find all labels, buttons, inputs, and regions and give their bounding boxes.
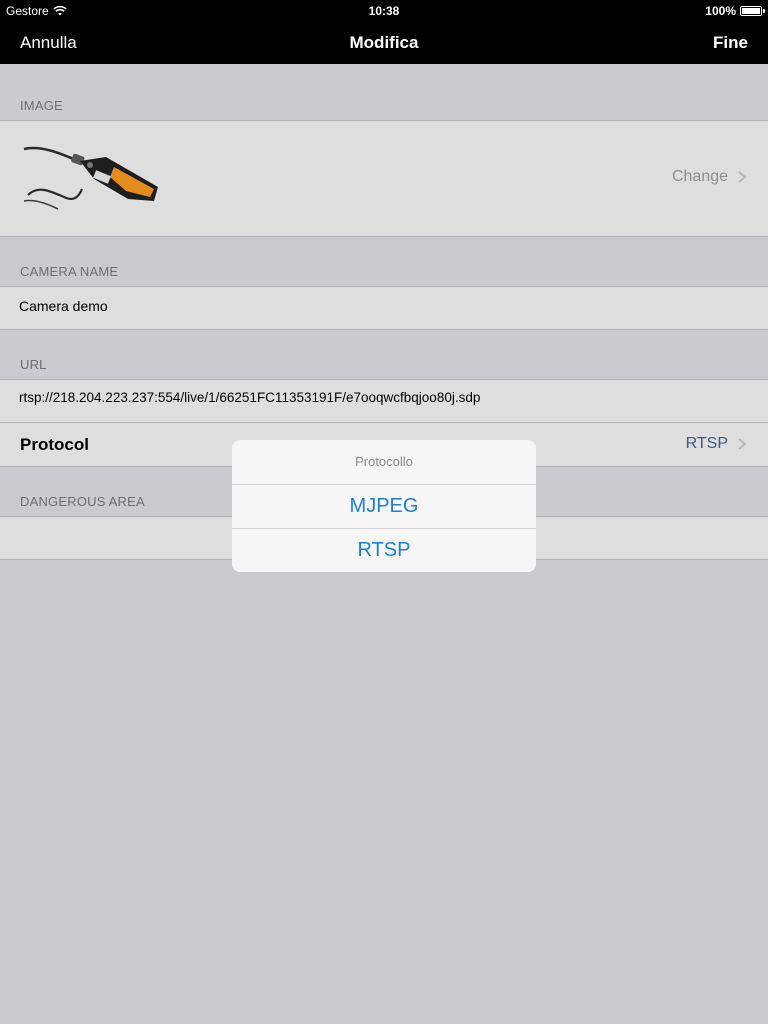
option-rtsp-button[interactable]: RTSP [232,529,536,572]
navigation-bar: Annulla Modifica Fine [0,20,768,64]
protocol-value-group: RTSP [686,435,748,453]
camera-name-value: Camera demo [19,298,108,314]
protocol-alert: Protocollo MJPEG RTSP [232,440,536,572]
protocol-label: Protocol [20,435,89,454]
page-title: Modifica [349,33,419,52]
camera-name-field[interactable]: Camera demo [0,286,768,330]
alert-title: Protocollo [355,454,413,469]
change-image-button[interactable]: Change [672,168,748,186]
camera-thumbnail [23,146,158,210]
battery-percentage: 100% [705,4,736,18]
battery-group: 100% [705,4,765,18]
change-label: Change [671,168,728,185]
clock: 10:38 [368,4,400,18]
done-button[interactable]: Fine [713,33,748,53]
image-cell[interactable]: Change [0,120,768,237]
chevron-right-icon [738,438,747,450]
section-header-camera-name: CAMERA NAME [20,264,119,279]
protocol-value: RTSP [685,435,728,452]
battery-icon [740,6,765,16]
section-header-dangerous-area: DANGEROUS AREA [20,494,145,509]
section-header-image: IMAGE [20,98,63,113]
option-mjpeg-button[interactable]: MJPEG [232,485,536,528]
section-header-url: URL [20,357,47,372]
url-value: rtsp://218.204.223.237:554/live/1/66251F… [19,390,481,405]
chevron-right-icon [738,171,747,183]
status-bar: Gestore 10:38 100% [0,0,768,20]
url-field[interactable]: rtsp://218.204.223.237:554/live/1/66251F… [0,379,768,423]
